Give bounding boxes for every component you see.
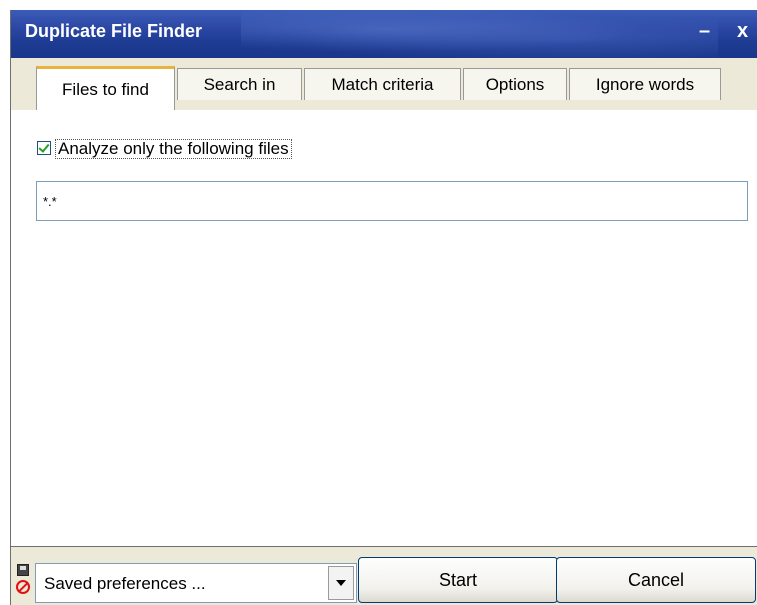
dropdown-button[interactable]	[328, 566, 354, 600]
file-filter-input[interactable]	[36, 181, 748, 221]
analyze-only-checkbox[interactable]	[37, 141, 51, 155]
saved-preferences-select[interactable]: Saved preferences ...	[35, 563, 357, 603]
start-button[interactable]: Start	[358, 557, 558, 603]
title-bar[interactable]: Duplicate File Finder – x	[11, 10, 757, 58]
files-to-find-panel	[11, 110, 757, 547]
close-button[interactable]: x	[737, 21, 748, 41]
floppy-disk-icon[interactable]	[17, 564, 29, 576]
window-title: Duplicate File Finder	[25, 21, 203, 41]
preferences-icons	[15, 564, 31, 600]
minimize-button[interactable]: –	[699, 21, 710, 41]
tab-search-in[interactable]: Search in	[177, 68, 302, 100]
analyze-only-label[interactable]: Analyze only the following files	[55, 139, 292, 159]
cancel-button[interactable]: Cancel	[556, 557, 756, 603]
no-sign-icon[interactable]	[16, 580, 30, 594]
app-window: Duplicate File Finder – x Files to find …	[10, 10, 757, 605]
tab-match-criteria[interactable]: Match criteria	[304, 68, 461, 100]
tab-ignore-words[interactable]: Ignore words	[569, 68, 721, 100]
tab-options[interactable]: Options	[463, 68, 567, 100]
saved-preferences-value: Saved preferences ...	[44, 574, 206, 593]
chevron-down-icon	[336, 580, 346, 586]
tab-files-to-find[interactable]: Files to find	[36, 66, 175, 110]
